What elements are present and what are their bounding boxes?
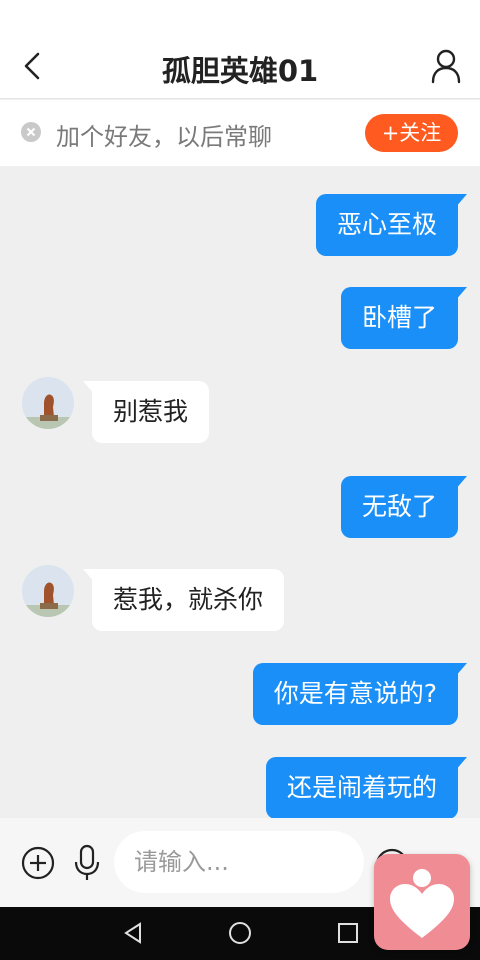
chat-message-list[interactable]: 恶心至极 卧槽了 别惹我 无敌了 惹我，就杀你 你是有意说的? 还是闹着玩的	[0, 166, 480, 818]
message-bubble-incoming[interactable]: 惹我，就杀你	[82, 569, 285, 631]
contact-avatar[interactable]	[22, 565, 74, 617]
floating-app-button[interactable]	[374, 854, 470, 950]
nav-recent-square-icon[interactable]	[335, 920, 361, 946]
message-bubble-outgoing[interactable]: 恶心至极	[315, 194, 468, 256]
microphone-icon[interactable]	[73, 844, 101, 882]
message-bubble-outgoing[interactable]: 无敌了	[340, 476, 468, 538]
message-bubble-outgoing[interactable]: 卧槽了	[340, 287, 468, 349]
message-bubble-incoming[interactable]: 别惹我	[82, 381, 210, 443]
follow-button[interactable]: +关注	[365, 114, 458, 152]
add-friend-bar: 加个好友，以后常聊 +关注	[0, 100, 480, 166]
nav-home-circle-icon[interactable]	[227, 920, 253, 946]
close-circle-icon[interactable]	[21, 122, 41, 142]
message-input[interactable]	[114, 831, 364, 893]
message-bubble-outgoing[interactable]: 还是闹着玩的	[265, 757, 468, 818]
top-bar: 孤胆英雄01	[0, 0, 480, 99]
contact-avatar[interactable]	[22, 377, 74, 429]
add-friend-text: 加个好友，以后常聊	[56, 123, 272, 151]
nav-back-triangle-icon[interactable]	[120, 920, 146, 946]
message-bubble-outgoing[interactable]: 你是有意说的?	[252, 663, 468, 725]
heart-person-icon	[390, 869, 454, 938]
plus-circle-icon[interactable]	[21, 846, 55, 880]
person-icon[interactable]	[430, 48, 462, 84]
page-title: 孤胆英雄01	[161, 54, 319, 88]
